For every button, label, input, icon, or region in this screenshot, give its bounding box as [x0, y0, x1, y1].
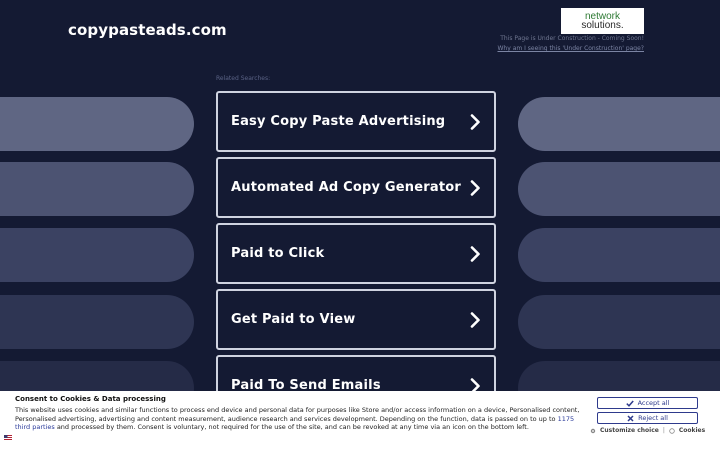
customize-choice-link[interactable]: Customize choice — [600, 427, 659, 434]
logo-line-2: solutions. — [581, 20, 624, 31]
related-search-link[interactable]: Easy Copy Paste Advertising — [216, 91, 496, 152]
related-search-label: Easy Copy Paste Advertising — [231, 114, 446, 129]
gear-icon — [590, 428, 596, 433]
network-solutions-logo[interactable]: network solutions. — [561, 8, 644, 34]
consent-secondary-links: Customize choice | Cookies — [590, 427, 705, 434]
why-under-construction-link[interactable]: Why am I seeing this 'Under Construction… — [498, 45, 645, 52]
consent-text-part-1: This website uses cookies and similar fu… — [15, 406, 580, 423]
link-separator: | — [662, 427, 665, 434]
chevron-right-icon — [468, 113, 482, 131]
accept-all-label: Accept all — [637, 399, 670, 407]
related-search-label: Get Paid to View — [231, 312, 356, 327]
consent-title: Consent to Cookies & Data processing — [15, 395, 166, 403]
reject-all-button[interactable]: Reject all — [597, 412, 698, 424]
consent-text-part-2: and processed by them. Consent is volunt… — [54, 423, 529, 431]
cookies-link[interactable]: Cookies — [679, 427, 705, 434]
cookie-icon — [669, 427, 675, 434]
side-decoration-right-2 — [518, 162, 720, 216]
us-flag-icon[interactable] — [4, 435, 12, 441]
related-searches-label: Related Searches: — [216, 75, 271, 82]
related-search-label: Paid to Click — [231, 246, 325, 261]
chevron-right-icon — [468, 179, 482, 197]
side-decoration-right-1 — [518, 97, 720, 151]
related-search-label: Automated Ad Copy Generator — [231, 180, 462, 195]
consent-description: This website uses cookies and similar fu… — [15, 406, 585, 432]
check-icon — [625, 400, 634, 407]
side-decoration-left-2 — [0, 162, 194, 216]
parked-domain-page: copypasteads.com network solutions. This… — [0, 0, 720, 450]
chevron-right-icon — [468, 245, 482, 263]
side-decoration-right-3 — [518, 228, 720, 282]
reject-all-label: Reject all — [638, 414, 668, 422]
side-decoration-left-3 — [0, 228, 194, 282]
side-decoration-left-4 — [0, 295, 194, 349]
related-search-link[interactable]: Get Paid to View — [216, 289, 496, 350]
chevron-right-icon — [468, 311, 482, 329]
related-search-link[interactable]: Paid to Click — [216, 223, 496, 284]
accept-all-button[interactable]: Accept all — [597, 397, 698, 409]
side-decoration-right-4 — [518, 295, 720, 349]
related-search-link[interactable]: Automated Ad Copy Generator — [216, 157, 496, 218]
x-icon — [627, 414, 634, 422]
cookie-consent-banner: Consent to Cookies & Data processing Thi… — [0, 391, 720, 450]
domain-title: copypasteads.com — [68, 21, 227, 39]
under-construction-text: This Page is Under Construction - Coming… — [500, 35, 644, 42]
side-decoration-left-1 — [0, 97, 194, 151]
